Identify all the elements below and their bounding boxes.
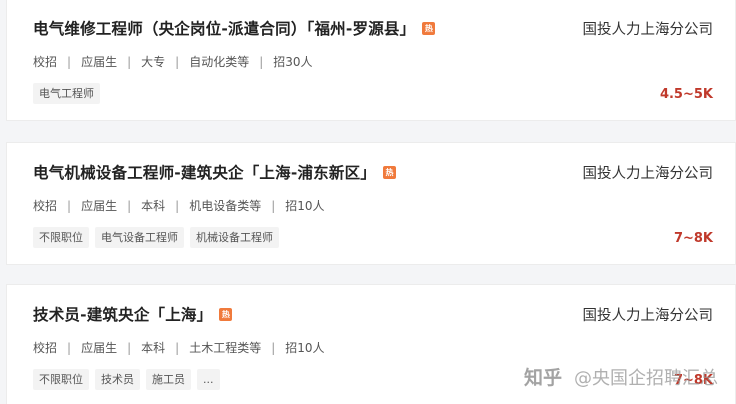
job-tag: 不限职位 — [33, 369, 89, 390]
hot-icon: 热 — [422, 21, 436, 35]
meta-headcount: 招10人 — [285, 341, 325, 355]
job-meta: 校招 | 应届生 | 本科 | 土木工程类等 | 招10人 — [33, 339, 325, 356]
watermark-text: @央国企招聘汇总 — [574, 367, 718, 389]
hot-icon: 热 — [219, 307, 233, 321]
meta-headcount: 招10人 — [285, 199, 325, 213]
meta-candidate-type: 应届生 — [81, 199, 118, 213]
job-tag-more[interactable]: ... — [197, 369, 220, 390]
job-title-row: 技术员-建筑央企「上海」 热 — [33, 302, 233, 326]
meta-separator: | — [271, 198, 276, 213]
meta-recruit-type: 校招 — [33, 341, 58, 355]
meta-separator: | — [175, 198, 180, 213]
job-title-row: 电气机械设备工程师-建筑央企「上海-浦东新区」 热 — [33, 160, 396, 184]
job-tag: 机械设备工程师 — [190, 227, 279, 248]
meta-separator: | — [271, 340, 276, 355]
job-tags: 电气工程师 — [33, 83, 106, 104]
job-meta: 校招 | 应届生 | 大专 | 自动化类等 | 招30人 — [33, 53, 313, 70]
watermark-logo: 知乎 — [523, 367, 562, 389]
salary: 4.5~5K — [659, 87, 713, 102]
meta-separator: | — [259, 54, 264, 69]
company-name[interactable]: 国投人力上海分公司 — [583, 18, 714, 39]
meta-candidate-type: 应届生 — [81, 55, 118, 69]
job-card[interactable]: 电气维修工程师（央企岗位-派遣合同）「福州-罗源县」 热 国投人力上海分公司 校… — [6, 0, 736, 121]
watermark: 知乎 @央国企招聘汇总 — [524, 363, 718, 390]
job-list: 电气维修工程师（央企岗位-派遣合同）「福州-罗源县」 热 国投人力上海分公司 校… — [0, 0, 736, 404]
job-tag: 技术员 — [95, 369, 140, 390]
job-title[interactable]: 技术员-建筑央企「上海」 — [33, 303, 212, 325]
job-meta: 校招 | 应届生 | 本科 | 机电设备类等 | 招10人 — [33, 197, 325, 214]
meta-major: 土木工程类等 — [189, 341, 262, 355]
meta-separator: | — [127, 198, 132, 213]
job-title[interactable]: 电气机械设备工程师-建筑央企「上海-浦东新区」 — [33, 161, 376, 183]
job-card[interactable]: 电气机械设备工程师-建筑央企「上海-浦东新区」 热 国投人力上海分公司 校招 |… — [6, 142, 736, 265]
meta-major: 机电设备类等 — [189, 199, 262, 213]
job-tag: 电气工程师 — [33, 83, 100, 104]
meta-candidate-type: 应届生 — [81, 341, 118, 355]
job-title-row: 电气维修工程师（央企岗位-派遣合同）「福州-罗源县」 热 — [33, 16, 436, 40]
meta-separator: | — [67, 54, 72, 69]
meta-education: 本科 — [141, 199, 166, 213]
salary: 7~8K — [673, 231, 713, 246]
meta-headcount: 招30人 — [273, 55, 313, 69]
meta-separator: | — [175, 340, 180, 355]
job-tag: 施工员 — [146, 369, 191, 390]
meta-separator: | — [127, 54, 132, 69]
company-name[interactable]: 国投人力上海分公司 — [583, 162, 714, 183]
job-tag: 不限职位 — [33, 227, 89, 248]
job-tags: 不限职位 电气设备工程师 机械设备工程师 — [33, 227, 285, 248]
hot-icon: 热 — [382, 165, 396, 179]
job-tags: 不限职位 技术员 施工员 ... — [33, 369, 226, 390]
meta-education: 大专 — [141, 55, 166, 69]
meta-recruit-type: 校招 — [33, 55, 58, 69]
meta-separator: | — [127, 340, 132, 355]
meta-recruit-type: 校招 — [33, 199, 58, 213]
meta-separator: | — [175, 54, 180, 69]
job-tag: 电气设备工程师 — [95, 227, 184, 248]
job-title[interactable]: 电气维修工程师（央企岗位-派遣合同）「福州-罗源县」 — [33, 17, 415, 39]
meta-separator: | — [67, 340, 72, 355]
meta-major: 自动化类等 — [189, 55, 250, 69]
meta-separator: | — [67, 198, 72, 213]
meta-education: 本科 — [141, 341, 166, 355]
company-name[interactable]: 国投人力上海分公司 — [583, 304, 714, 325]
